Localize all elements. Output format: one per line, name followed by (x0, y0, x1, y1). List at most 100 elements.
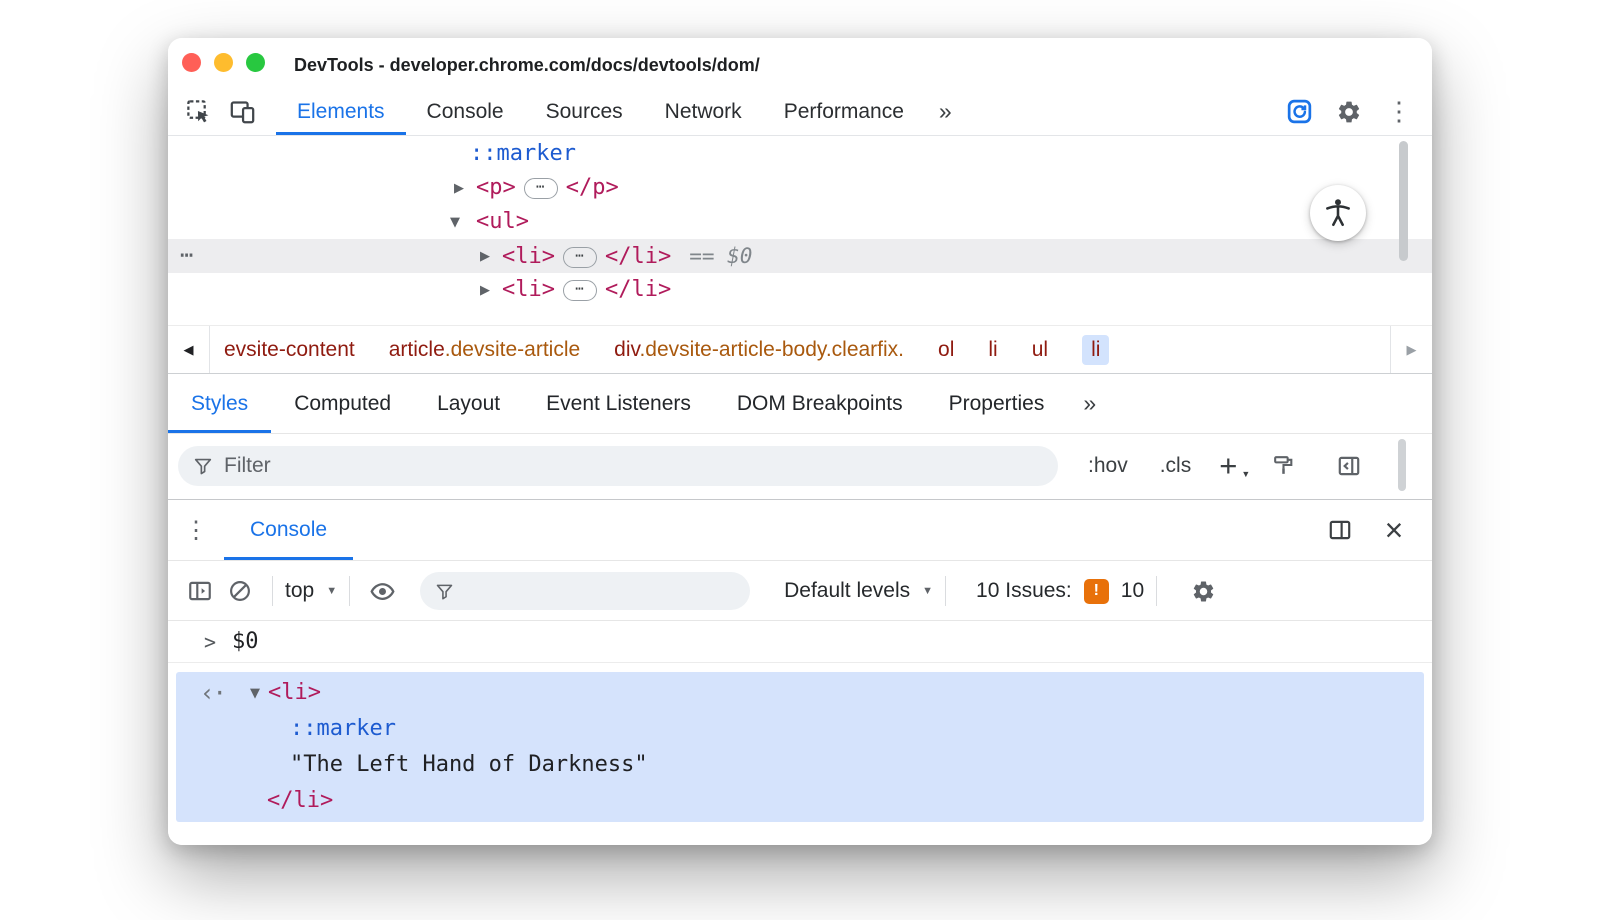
tab-dom-breakpoints[interactable]: DOM Breakpoints (714, 374, 926, 433)
breadcrumb-item-devsite-content[interactable]: evsite-content (224, 338, 355, 362)
styles-scrollbar[interactable] (1398, 439, 1406, 491)
tab-layout[interactable]: Layout (414, 374, 523, 433)
minimize-window-button[interactable] (214, 53, 233, 72)
breadcrumb-item-ul[interactable]: ul (1032, 338, 1048, 362)
drawer-overflow-button[interactable]: ⋮ (168, 500, 224, 560)
tab-elements[interactable]: Elements (276, 88, 406, 135)
filter-funnel-icon (192, 455, 214, 477)
overflow-menu-button[interactable]: ⋮ (1378, 88, 1420, 135)
rendering-emulations-button[interactable] (1263, 453, 1303, 478)
toolbar-right: ⋮ (1278, 88, 1432, 135)
drawer-tab-console[interactable]: Console (224, 500, 353, 560)
console-result-block[interactable]: ‹· ▼ <li> ::marker "The Left Hand of Dar… (176, 672, 1424, 822)
toggle-sidebar-button[interactable] (1329, 453, 1369, 479)
device-toolbar-icon (229, 98, 256, 125)
log-levels-selector[interactable]: Default levels ▼ (784, 579, 933, 603)
dom-row-li[interactable]: ▶ <li> ⋯ </li> (168, 273, 1432, 307)
divider (349, 576, 351, 606)
styles-filter[interactable] (178, 445, 1058, 486)
device-toolbar-button[interactable] (220, 88, 264, 135)
inspect-element-button[interactable] (176, 88, 220, 135)
console-drawer-header: ⋮ Console × (168, 499, 1432, 561)
expand-arrow-icon[interactable]: ▶ (480, 274, 490, 308)
tab-computed[interactable]: Computed (271, 374, 414, 433)
tag-close[interactable]: </p> (566, 175, 619, 200)
breadcrumb-item-ol[interactable]: ol (938, 338, 954, 362)
breadcrumb-forward-button[interactable]: ▶ (1390, 326, 1432, 373)
tag-close[interactable]: </li> (605, 244, 671, 269)
collapse-arrow-icon[interactable]: ▼ (250, 676, 260, 712)
breadcrumb-item-li[interactable]: li (988, 338, 997, 362)
toggle-element-state-button[interactable]: :hov (1088, 454, 1128, 478)
dom-tree: ::marker ▶ <p> ⋯ </p> ▼ <ul> ⋯ ▶ <li> ⋯ </li… (168, 137, 1432, 325)
collapsed-content-pill[interactable]: ⋯ (523, 178, 558, 199)
dom-row-ul[interactable]: ▼ <ul> (168, 205, 1432, 239)
tab-styles[interactable]: Styles (168, 374, 271, 433)
console-sidebar-button[interactable] (180, 578, 220, 604)
tab-performance[interactable]: Performance (763, 88, 925, 135)
tab-network[interactable]: Network (644, 88, 763, 135)
execution-context-selector[interactable]: top ▼ (285, 579, 337, 603)
dom-row-p[interactable]: ▶ <p> ⋯ </p> (168, 171, 1432, 205)
issues-counter[interactable]: 10 Issues: ! 10 (976, 578, 1144, 604)
styles-filter-input[interactable] (224, 453, 1044, 478)
more-panels-button[interactable]: » (925, 88, 966, 135)
clear-console-button[interactable] (220, 578, 260, 604)
console-settings-button[interactable] (1183, 579, 1223, 604)
dom-tree-scrollbar[interactable] (1399, 141, 1408, 261)
more-style-tabs-button[interactable]: » (1067, 374, 1112, 433)
collapsed-content-pill[interactable]: ⋯ (562, 247, 597, 268)
divider (945, 576, 947, 606)
crumb-tag: li (988, 337, 998, 361)
clear-console-icon (227, 578, 253, 604)
context-label: top (285, 579, 315, 602)
marker-pseudo-element[interactable]: ::marker (470, 137, 576, 171)
tag-open[interactable]: <li> (502, 244, 555, 269)
dom-row-marker[interactable]: ::marker (168, 137, 1432, 171)
close-window-button[interactable] (182, 53, 201, 72)
dom-row-li-selected[interactable]: ⋯ ▶ <li> ⋯ </li> == $0 (168, 239, 1432, 273)
console-filter-input[interactable] (463, 579, 737, 603)
result-marker-pseudo: ::marker (290, 716, 396, 741)
inspect-cursor-icon (185, 98, 212, 125)
overflow-menu-icon: ⋮ (1386, 96, 1412, 126)
main-toolbar: Elements Console Sources Network Perform… (168, 88, 1432, 136)
dom-row-ul-code: <ul> (476, 205, 529, 239)
breadcrumb-back-button[interactable]: ◀ (168, 326, 210, 373)
close-drawer-button[interactable]: × (1372, 500, 1416, 560)
refresh-icon (1286, 98, 1313, 125)
breadcrumb-item-li-selected[interactable]: li (1082, 334, 1110, 365)
tab-sources[interactable]: Sources (525, 88, 644, 135)
eye-icon (369, 578, 396, 605)
tab-properties[interactable]: Properties (926, 374, 1068, 433)
tag-open[interactable]: <li> (502, 277, 555, 302)
element-classes-button[interactable]: .cls (1160, 454, 1192, 478)
breadcrumb-item-article[interactable]: article.devsite-article (389, 338, 580, 362)
expand-arrow-icon[interactable]: ▶ (480, 240, 490, 274)
settings-button[interactable] (1328, 88, 1370, 135)
collapse-arrow-icon[interactable]: ▼ (450, 206, 460, 240)
drawer-header-right: × (1318, 500, 1432, 560)
breadcrumb-item-div[interactable]: div.devsite-article-body.clearfix. (614, 338, 904, 362)
eager-eval-button[interactable] (362, 578, 402, 605)
node-options-icon[interactable]: ⋯ (180, 239, 195, 273)
new-style-rule-button[interactable]: + ▼ (1219, 450, 1250, 481)
expand-arrow-icon[interactable]: ▶ (454, 172, 464, 206)
tab-console[interactable]: Console (406, 88, 525, 135)
console-prompt-row[interactable]: > $0 (168, 621, 1432, 663)
tab-event-listeners[interactable]: Event Listeners (523, 374, 714, 433)
refresh-button[interactable] (1278, 88, 1320, 135)
collapsed-content-pill[interactable]: ⋯ (562, 280, 597, 301)
zoom-window-button[interactable] (246, 53, 265, 72)
tag-open[interactable]: <p> (476, 175, 516, 200)
dock-panel-button[interactable] (1318, 500, 1362, 560)
accessibility-person-icon (1321, 196, 1355, 230)
accessibility-button[interactable] (1310, 185, 1366, 241)
styles-toolbar: :hov .cls + ▼ (168, 433, 1432, 497)
tag-close[interactable]: </li> (605, 277, 671, 302)
result-tag-open: <li> (268, 680, 321, 705)
tag-open[interactable]: <ul> (476, 209, 529, 234)
crumb-tag: li (1091, 337, 1101, 361)
console-input-text[interactable]: $0 (232, 621, 259, 663)
console-filter[interactable] (420, 572, 751, 610)
